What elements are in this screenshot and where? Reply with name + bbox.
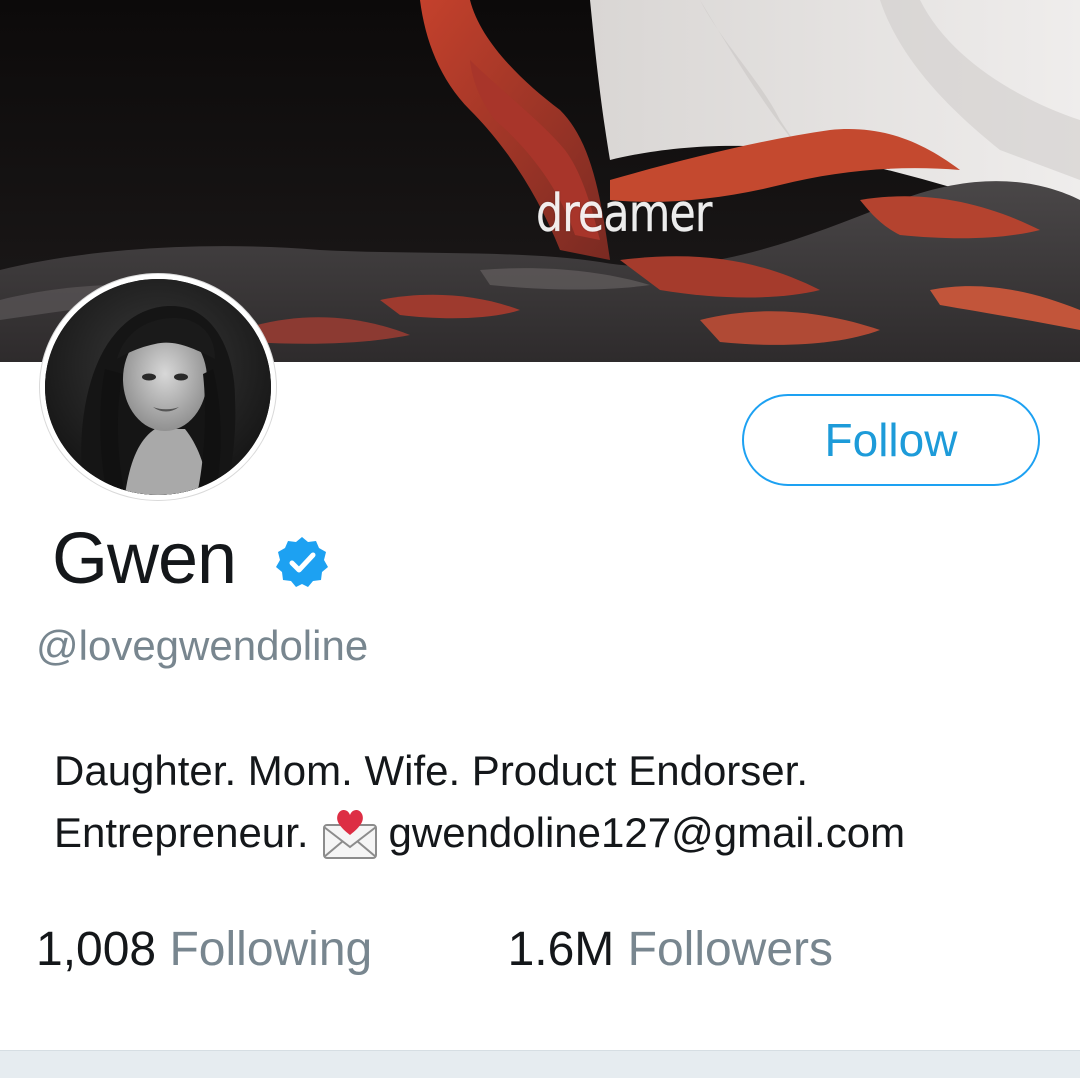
bio-line-1: Daughter. Mom. Wife. Product Endorser. (54, 747, 808, 794)
section-divider (0, 1050, 1080, 1078)
verified-badge-icon (276, 537, 328, 587)
following-count: 1,008 (36, 923, 157, 976)
bio-text-entrepreneur: Entrepreneur. (54, 809, 309, 856)
profile-page: dreamer Follow Gwen @lovegwendoline Daug… (0, 0, 1080, 1078)
display-name: Gwen (52, 519, 237, 599)
banner-caption: dreamer (536, 184, 713, 245)
user-handle: @lovegwendoline (36, 622, 369, 669)
following-stat[interactable]: 1,008 Following (36, 922, 372, 977)
avatar-photo (45, 279, 271, 495)
following-label: Following (169, 923, 373, 976)
follow-button[interactable]: Follow (742, 394, 1040, 486)
followers-stat[interactable]: 1.6M Followers (508, 922, 833, 977)
bio-email-link[interactable]: gwendoline127@gmail.com (389, 802, 906, 864)
avatar[interactable] (40, 274, 276, 500)
followers-count: 1.6M (507, 923, 615, 976)
followers-label: Followers (627, 923, 834, 976)
bio-line-2: Entrepreneur. gwendoline127@gmail.com (54, 802, 1054, 864)
profile-bio: Daughter. Mom. Wife. Product Endorser. E… (54, 740, 1054, 864)
profile-stats: 1,008 Following 1.6M Followers (36, 922, 833, 977)
love-letter-icon (322, 809, 377, 859)
